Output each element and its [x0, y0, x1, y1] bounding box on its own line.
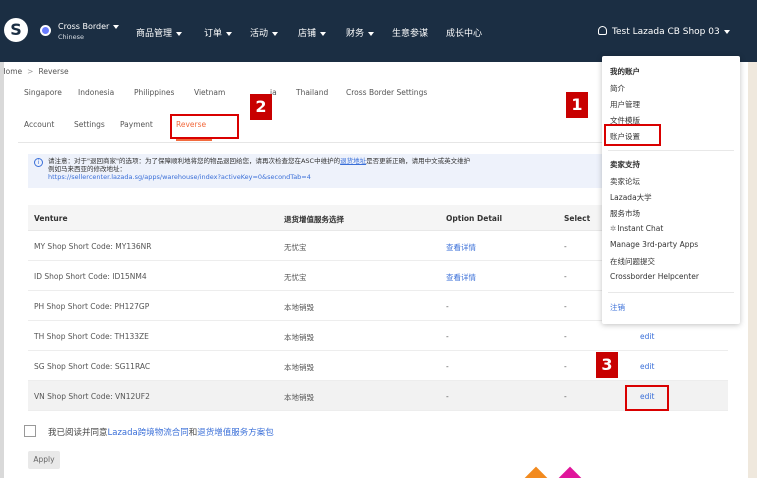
nav-orders[interactable]: 订单	[204, 26, 233, 39]
return-service-package-link[interactable]: 退货增值服务方案包	[197, 428, 274, 438]
nav-growth-center[interactable]: 成长中心	[446, 26, 482, 39]
callout-badge-2: 2	[250, 94, 272, 120]
venture-cell: SG Shop Short Code: SG11RAC	[34, 362, 151, 371]
tab-payment[interactable]: Payment	[120, 120, 153, 129]
menu-item-seller-forum[interactable]: 卖家论坛	[610, 176, 640, 187]
menu-item-logout[interactable]: 注销	[610, 302, 625, 313]
top-nav-bar: S Cross Border Chinese 商品管理 订单 活动 店铺 财务 …	[0, 0, 757, 62]
select-cell: -	[564, 242, 567, 251]
header-select: Select	[564, 214, 591, 223]
return-address-link[interactable]: 退货地址	[340, 157, 366, 165]
left-edge-strip	[0, 62, 4, 478]
callout-badge-3: 3	[596, 352, 618, 378]
callout-badge-1: 1	[566, 92, 588, 118]
tab-settings[interactable]: Settings	[74, 120, 105, 129]
highlight-reverse-tab	[170, 114, 239, 139]
tab-vietnam[interactable]: Vietnam	[194, 88, 225, 97]
venture-cell: ID Shop Short Code: ID15NM4	[34, 272, 147, 281]
chevron-down-icon	[113, 24, 120, 29]
highlight-edit-vn	[625, 385, 669, 411]
region-selector[interactable]: Cross Border Chinese	[58, 22, 120, 42]
header-venture: Venture	[34, 214, 68, 223]
breadcrumb-current: Reverse	[38, 67, 69, 76]
menu-item-crossborder-helpcenter[interactable]: Crossborder Helpcenter	[610, 272, 699, 281]
agreement-text: 我已阅读并同意Lazada跨境物流合同和退货增值服务方案包	[48, 428, 274, 438]
select-cell: -	[564, 302, 567, 311]
service-cell: 本地销毁	[284, 393, 314, 402]
select-cell: -	[564, 332, 567, 341]
menu-item-user-management[interactable]: 用户管理	[610, 99, 640, 110]
chevron-down-icon	[320, 31, 327, 36]
view-details-link[interactable]: 查看详情	[446, 272, 476, 283]
chevron-down-icon	[176, 31, 183, 36]
service-cell: 本地销毁	[284, 333, 314, 342]
menu-heading-my-account: 我的账户	[610, 67, 640, 76]
user-icon	[598, 26, 607, 35]
select-cell: -	[564, 392, 567, 401]
option-detail-cell: -	[446, 362, 449, 371]
chevron-down-icon	[723, 29, 730, 34]
chevron-down-icon	[226, 31, 233, 36]
tab-cross-border-settings[interactable]: Cross Border Settings	[346, 88, 427, 97]
apply-button[interactable]: Apply	[28, 451, 60, 469]
account-menu-toggle[interactable]: Test Lazada CB Shop 03	[598, 26, 730, 37]
menu-item-profile[interactable]: 简介	[610, 83, 625, 94]
edit-button-th[interactable]: edit	[640, 332, 654, 341]
nav-finance[interactable]: 财务	[346, 26, 375, 39]
info-icon: i	[34, 158, 43, 167]
menu-item-lazada-university[interactable]: Lazada大学	[610, 192, 652, 203]
option-detail-cell: -	[446, 392, 449, 401]
menu-divider	[608, 292, 734, 293]
select-cell: -	[564, 362, 567, 371]
nav-store[interactable]: 店铺	[298, 26, 327, 39]
edit-button-sg[interactable]: edit	[640, 362, 654, 371]
view-details-link[interactable]: 查看详情	[446, 242, 476, 253]
tab-account[interactable]: Account	[24, 120, 54, 129]
menu-item-instant-chat[interactable]: ✲Instant Chat	[610, 224, 663, 233]
header-option-detail: Option Detail	[446, 214, 503, 223]
menu-item-third-party-apps[interactable]: Manage 3rd-party Apps	[610, 240, 698, 249]
service-cell: 无忧宝	[284, 273, 307, 282]
notice-text: 请注意：对于"退回商家"的选项：为了保障顺利地将您的物品退回给您，请再次检查您在…	[48, 157, 471, 173]
option-detail-cell: -	[446, 302, 449, 311]
menu-divider	[608, 150, 734, 151]
menu-item-online-ticket[interactable]: 在线问题提交	[610, 256, 655, 267]
tab-indonesia[interactable]: Indonesia	[78, 88, 114, 97]
venture-cell: TH Shop Short Code: TH133ZE	[34, 332, 149, 341]
region-name: Cross Border	[58, 22, 110, 31]
menu-heading-seller-support: 卖家支持	[610, 160, 640, 169]
highlight-account-settings	[604, 124, 661, 146]
select-cell: -	[564, 272, 567, 281]
region-language: Chinese	[58, 33, 84, 41]
sparkle-icon: ✲	[610, 224, 617, 233]
venture-cell: MY Shop Short Code: MY136NR	[34, 242, 152, 251]
table-row: VN Shop Short Code: VN12UF2 本地销毁 - - edi…	[28, 381, 728, 411]
tab-singapore[interactable]: Singapore	[24, 88, 62, 97]
nav-campaigns[interactable]: 活动	[250, 26, 279, 39]
service-cell: 本地销毁	[284, 303, 314, 312]
venture-cell: PH Shop Short Code: PH127GP	[34, 302, 150, 311]
header-service: 退货增值服务选择	[284, 215, 344, 224]
lazada-logo[interactable]: S	[4, 18, 28, 42]
nav-business-advisor[interactable]: 生意参谋	[392, 26, 428, 39]
table-row: TH Shop Short Code: TH133ZE 本地销毁 - - edi…	[28, 321, 728, 351]
nav-products[interactable]: 商品管理	[136, 26, 183, 39]
venture-cell: VN Shop Short Code: VN12UF2	[34, 392, 150, 401]
agree-checkbox[interactable]	[24, 425, 36, 437]
warehouse-url[interactable]: https://sellercenter.lazada.sg/apps/ware…	[48, 173, 311, 181]
tab-philippines[interactable]: Philippines	[134, 88, 174, 97]
service-cell: 无忧宝	[284, 243, 307, 252]
table-row: SG Shop Short Code: SG11RAC 本地销毁 - - edi…	[28, 351, 728, 381]
chevron-down-icon	[272, 31, 279, 36]
active-tab-indicator	[176, 139, 212, 141]
option-detail-cell: -	[446, 332, 449, 341]
service-cell: 本地销毁	[284, 363, 314, 372]
breadcrumb: Home > Reverse	[0, 67, 69, 76]
globe-icon	[40, 25, 51, 36]
menu-item-service-market[interactable]: 服务市场	[610, 208, 640, 219]
tab-thailand[interactable]: Thailand	[296, 88, 328, 97]
logistics-contract-link[interactable]: Lazada跨境物流合同	[108, 428, 189, 438]
chevron-down-icon	[368, 31, 375, 36]
account-dropdown-menu: 我的账户 简介 用户管理 文件模版 账户设置 卖家支持 卖家论坛 Lazada大…	[602, 56, 740, 324]
